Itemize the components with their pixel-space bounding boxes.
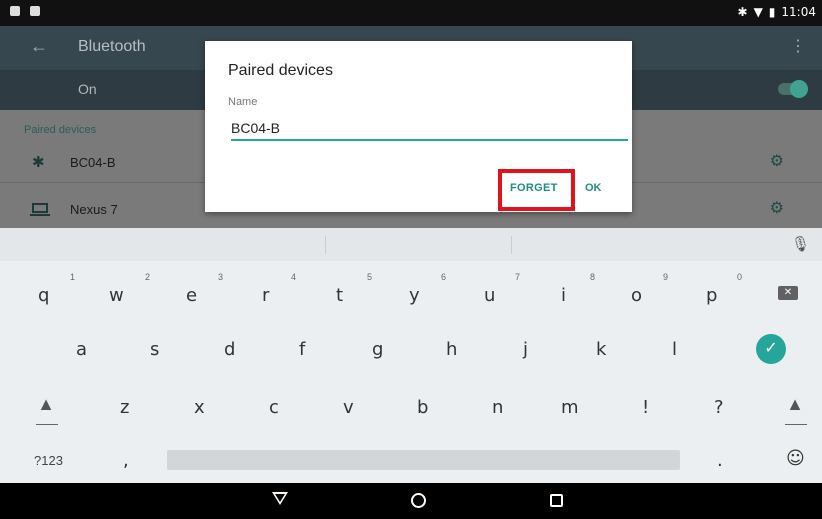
key-exclamation[interactable]: ! (642, 397, 649, 418)
overflow-menu-icon[interactable]: ⋮ (790, 36, 806, 56)
key-i[interactable]: i (561, 285, 566, 306)
key-comma[interactable]: , (123, 450, 129, 471)
device-name: BC04-B (70, 155, 116, 170)
backspace-icon[interactable]: ✕ (778, 286, 798, 300)
key-l[interactable]: l (672, 339, 677, 360)
key-hint: 7 (515, 272, 521, 282)
key-hint: 4 (291, 272, 297, 282)
key-hint: 0 (737, 272, 743, 282)
key-hint: 6 (441, 272, 447, 282)
key-z[interactable]: z (120, 397, 129, 418)
key-b[interactable]: b (417, 397, 428, 418)
status-bar: ✱ ▼ ▮ 11:04 (0, 0, 822, 26)
key-n[interactable]: n (492, 397, 503, 418)
device-name-input[interactable] (231, 117, 628, 141)
battery-icon: ▮ (768, 5, 776, 19)
key-r[interactable]: r (262, 285, 269, 306)
suggestion-divider (325, 236, 326, 254)
key-p[interactable]: p (706, 285, 717, 306)
key-y[interactable]: y (409, 285, 420, 306)
key-m[interactable]: m (561, 397, 579, 418)
clock: 11:04 (781, 5, 816, 19)
symbols-key[interactable]: ?123 (34, 453, 63, 468)
key-g[interactable]: g (372, 339, 383, 360)
key-w[interactable]: w (109, 285, 124, 306)
key-hint: 9 (663, 272, 669, 282)
forget-button[interactable]: FORGET (510, 182, 558, 194)
key-k[interactable]: k (596, 339, 606, 360)
key-o[interactable]: o (631, 285, 642, 306)
key-s[interactable]: s (150, 339, 159, 360)
nav-recents-icon[interactable] (550, 494, 563, 507)
image-icon (30, 6, 40, 16)
key-hint: 3 (218, 272, 224, 282)
key-a[interactable]: a (76, 339, 87, 360)
name-field-label: Name (228, 96, 258, 108)
key-x[interactable]: x (194, 397, 205, 418)
soft-keyboard: 🎙 1 q 2 w 3 e 4 r 5 t 6 y 7 u 8 i 9 o 0 … (0, 228, 822, 483)
nav-back-icon[interactable] (272, 492, 288, 505)
key-hint: 8 (590, 272, 596, 282)
suggestion-strip: 🎙 (0, 228, 822, 261)
suggestion-divider (511, 236, 512, 254)
bluetooth-status-icon: ✱ (737, 5, 748, 19)
emoji-icon[interactable]: ☺ (786, 448, 805, 469)
device-name: Nexus 7 (70, 202, 118, 217)
toggle-label: On (78, 81, 97, 97)
section-header: Paired devices (24, 124, 97, 136)
key-u[interactable]: u (484, 285, 495, 306)
navigation-bar (0, 483, 822, 519)
key-q[interactable]: q (38, 285, 49, 306)
microphone-icon[interactable]: 🎙 (791, 235, 810, 253)
key-c[interactable]: c (269, 397, 279, 418)
key-t[interactable]: t (336, 285, 343, 306)
ok-button[interactable]: OK (585, 182, 602, 194)
bluetooth-icon: ✱ (32, 154, 45, 171)
shift-right-icon[interactable]: ▲ (782, 394, 808, 425)
space-bar[interactable] (167, 450, 680, 470)
gear-icon[interactable]: ⚙ (770, 151, 784, 171)
key-d[interactable]: d (224, 339, 235, 360)
notification-icon (10, 6, 20, 16)
page-title: Bluetooth (78, 38, 146, 55)
key-hint: 1 (70, 272, 76, 282)
shift-left-icon[interactable]: ▲ (33, 394, 59, 425)
key-f[interactable]: f (299, 339, 305, 360)
key-hint: 5 (367, 272, 373, 282)
key-e[interactable]: e (186, 285, 197, 306)
nav-home-icon[interactable] (411, 493, 426, 508)
laptop-icon (30, 200, 50, 217)
gear-icon[interactable]: ⚙ (770, 198, 784, 218)
key-question[interactable]: ? (714, 397, 724, 418)
bluetooth-switch[interactable] (778, 80, 808, 98)
enter-check-icon[interactable]: ✓ (756, 334, 786, 364)
paired-device-dialog: Paired devices Name FORGET OK (205, 41, 632, 212)
key-period[interactable]: . (717, 450, 723, 471)
dialog-title: Paired devices (228, 62, 333, 79)
key-j[interactable]: j (523, 339, 528, 360)
key-v[interactable]: v (343, 397, 354, 418)
wifi-icon: ▼ (753, 5, 763, 19)
key-h[interactable]: h (446, 339, 457, 360)
key-hint: 2 (145, 272, 151, 282)
back-arrow-icon[interactable]: ← (30, 36, 48, 57)
